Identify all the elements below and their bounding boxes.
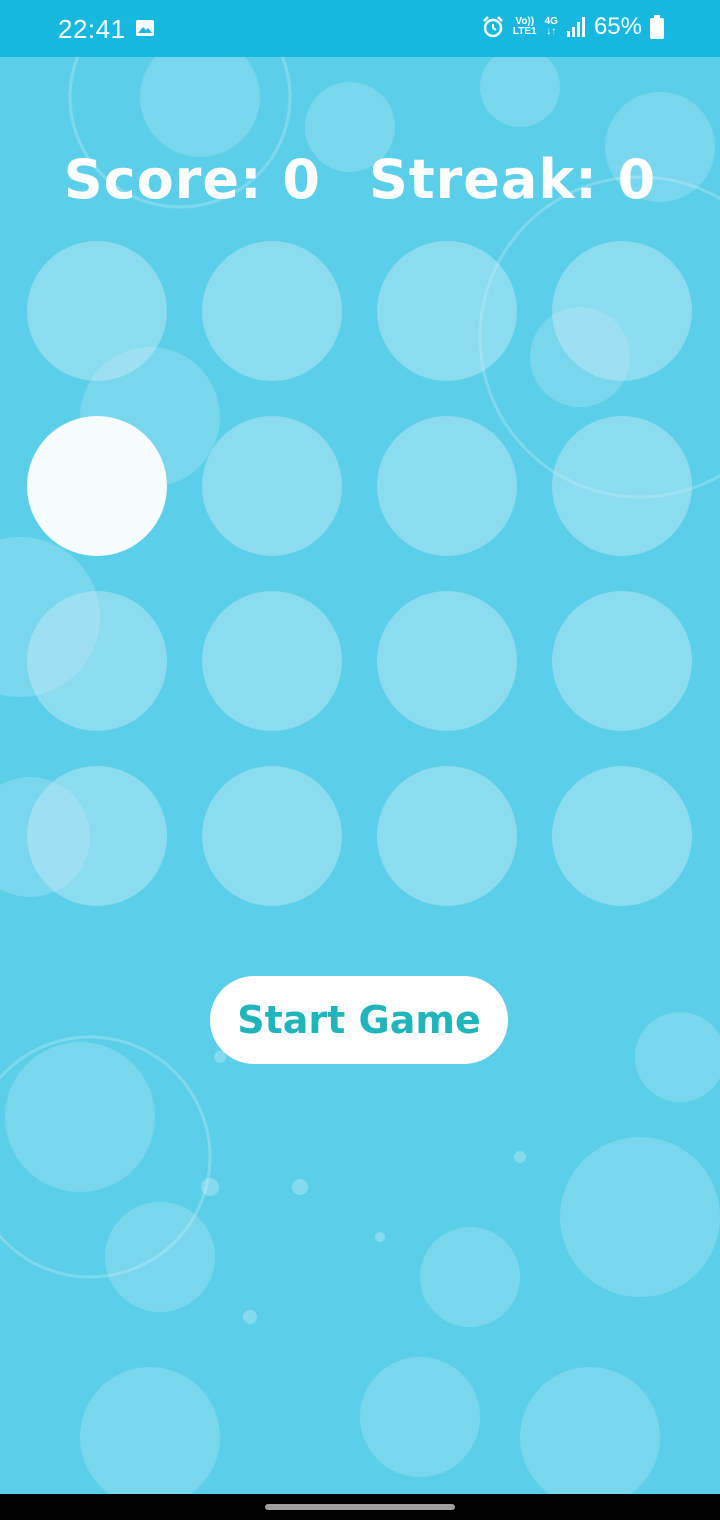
score-label: Score: 0 <box>63 148 321 211</box>
grid-cell-r3-c1[interactable] <box>27 591 167 731</box>
grid-cell-r4-c3[interactable] <box>377 766 517 906</box>
grid-cell-r1-c2[interactable] <box>202 241 342 381</box>
status-icons: Vo)) LTE1 4G ↓↑ 65% <box>481 13 664 41</box>
grid-cell-r3-c4[interactable] <box>552 591 692 731</box>
gallery-icon <box>136 20 154 36</box>
game-grid <box>27 241 692 906</box>
signal-icon <box>566 17 585 37</box>
grid-cell-r1-c4[interactable] <box>552 241 692 381</box>
status-time: 22:41 <box>58 14 126 44</box>
grid-cell-r1-c1[interactable] <box>27 241 167 381</box>
grid-cell-r1-c3[interactable] <box>377 241 517 381</box>
start-game-button[interactable]: Start Game <box>210 976 508 1064</box>
grid-cell-r2-c2[interactable] <box>202 416 342 556</box>
volte-indicator: Vo)) LTE1 <box>512 16 537 37</box>
game-screen: 22:41 Vo)) LTE1 4G ↓↑ 65% Score: 0 Strea… <box>0 0 720 1520</box>
score-header: Score: 0 Streak: 0 <box>0 148 720 211</box>
battery-icon <box>650 15 664 39</box>
battery-percent: 65% <box>593 13 642 40</box>
grid-cell-r2-c1[interactable] <box>27 416 167 556</box>
status-bar: 22:41 Vo)) LTE1 4G ↓↑ 65% <box>0 0 720 57</box>
home-gesture-handle[interactable] <box>265 1504 455 1510</box>
alarm-icon <box>483 16 503 38</box>
grid-cell-r4-c4[interactable] <box>552 766 692 906</box>
grid-cell-r4-c2[interactable] <box>202 766 342 906</box>
grid-cell-r2-c3[interactable] <box>377 416 517 556</box>
grid-cell-r3-c2[interactable] <box>202 591 342 731</box>
grid-cell-r4-c1[interactable] <box>27 766 167 906</box>
network-indicator: 4G ↓↑ <box>544 16 558 37</box>
grid-cell-r2-c4[interactable] <box>552 416 692 556</box>
grid-cell-r3-c3[interactable] <box>377 591 517 731</box>
streak-label: Streak: 0 <box>368 148 657 211</box>
navigation-bar <box>0 1494 720 1520</box>
